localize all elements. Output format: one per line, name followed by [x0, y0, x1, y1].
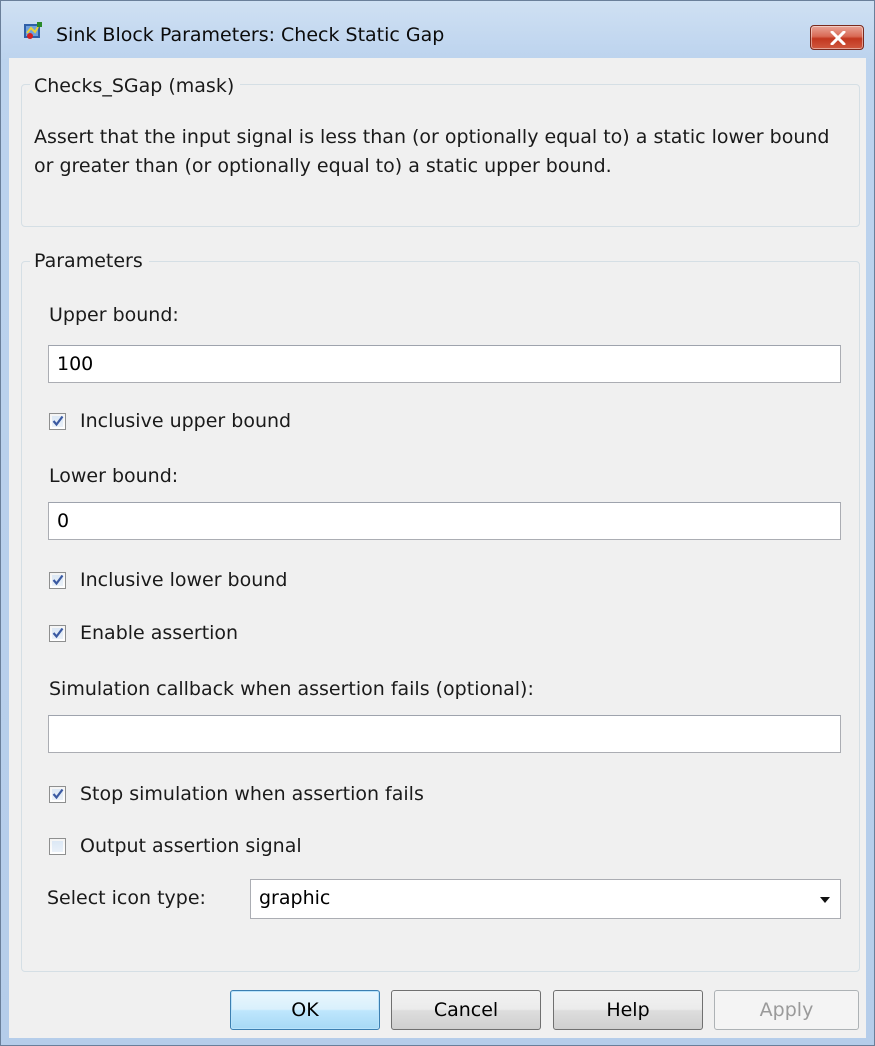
stop-simulation-label[interactable]: Stop simulation when assertion fails	[80, 783, 424, 805]
icon-type-select[interactable]: graphic	[250, 879, 841, 919]
output-assertion-signal-label[interactable]: Output assertion signal	[80, 835, 302, 857]
apply-button[interactable]: Apply	[714, 990, 859, 1030]
upper-bound-input[interactable]: 100	[48, 345, 841, 383]
close-x-icon	[830, 31, 846, 45]
stop-simulation-checkbox[interactable]	[49, 786, 66, 803]
callback-label: Simulation callback when assertion fails…	[49, 678, 534, 700]
inclusive-lower-checkbox[interactable]	[49, 572, 66, 589]
close-button[interactable]	[810, 25, 864, 50]
chevron-down-icon	[820, 897, 830, 903]
inclusive-upper-label[interactable]: Inclusive upper bound	[80, 410, 291, 432]
icon-type-label: Select icon type:	[47, 887, 206, 909]
checkmark-icon	[52, 574, 64, 586]
inclusive-upper-checkbox[interactable]	[49, 413, 66, 430]
checkmark-icon	[52, 415, 64, 427]
title-bar[interactable]: Sink Block Parameters: Check Static Gap	[1, 1, 874, 51]
simulink-block-icon	[23, 21, 43, 41]
inclusive-lower-label[interactable]: Inclusive lower bound	[80, 569, 287, 591]
window-title: Sink Block Parameters: Check Static Gap	[56, 24, 445, 46]
help-button[interactable]: Help	[553, 990, 703, 1030]
lower-bound-input[interactable]: 0	[48, 502, 841, 540]
parameters-group-legend: Parameters	[30, 250, 149, 272]
checkmark-icon	[52, 788, 64, 800]
upper-bound-label: Upper bound:	[49, 304, 179, 326]
output-assertion-signal-checkbox[interactable]	[49, 838, 66, 855]
checkmark-icon	[52, 627, 64, 639]
enable-assertion-checkbox[interactable]	[49, 625, 66, 642]
cancel-button[interactable]: Cancel	[391, 990, 541, 1030]
lower-bound-label: Lower bound:	[49, 465, 179, 487]
dialog-window: Sink Block Parameters: Check Static Gap …	[0, 0, 875, 1046]
callback-input[interactable]	[48, 715, 841, 753]
ok-button[interactable]: OK	[230, 990, 380, 1030]
dialog-body: Checks_SGap (mask) Assert that the input…	[9, 58, 866, 1038]
enable-assertion-label[interactable]: Enable assertion	[80, 622, 238, 644]
icon-type-value: graphic	[259, 887, 331, 909]
mask-description: Assert that the input signal is less tha…	[34, 126, 830, 177]
mask-group-legend: Checks_SGap (mask)	[30, 75, 241, 97]
